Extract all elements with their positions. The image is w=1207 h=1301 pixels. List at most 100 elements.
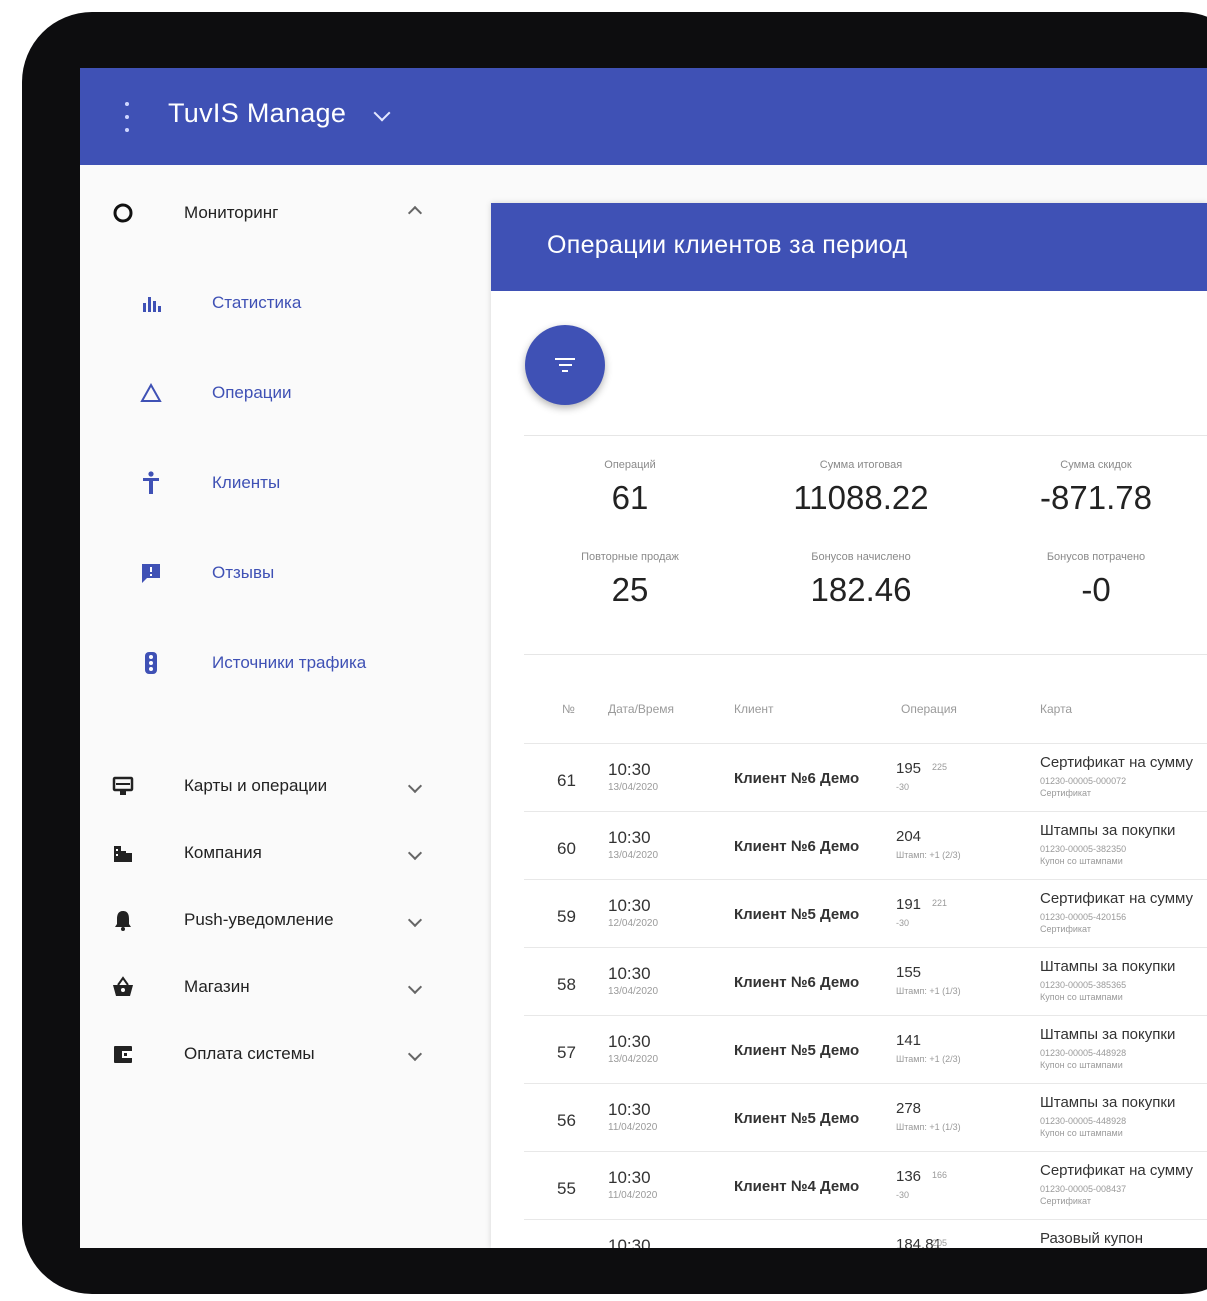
row-number: 58 [557,975,576,994]
sidebar-item-operations[interactable]: Операции [80,373,491,413]
row-card-number: 01230-00005-448928 [1040,1116,1127,1126]
row-client: Клиент №5 Демо [734,1110,860,1127]
row-operation-note: -30 [896,918,910,928]
row-time: 10:30 [608,1236,651,1248]
chevron-down-icon [407,1046,423,1062]
sidebar-item-statistics[interactable]: Статистика [80,283,491,323]
chevron-down-icon[interactable] [373,104,391,122]
sidebar-group-shop[interactable]: Магазин [80,967,491,1007]
sidebar-group-push[interactable]: Push-уведомление [80,900,491,940]
column-header-number[interactable]: № [562,702,575,716]
stat-label: Бонусов потрачено [1046,551,1146,563]
chevron-up-icon [407,205,423,221]
row-card-kind: Сертификат [1040,924,1091,934]
feedback-icon [138,560,164,586]
row-operation-value: 155 [896,964,922,981]
app-bar: TuvIS Manage [80,68,1207,165]
chevron-down-icon [407,778,423,794]
stat-label: Повторные продаж [581,551,679,563]
row-time: 10:30 [608,1032,651,1051]
filter-button[interactable] [525,325,605,405]
row-card-kind: Купон со штампами [1040,992,1123,1002]
row-number: 57 [557,1043,576,1062]
sidebar-group-payment[interactable]: Оплата системы [80,1034,491,1074]
column-header-operation[interactable]: Операция [901,702,957,716]
row-operation-value: 141 [896,1032,922,1049]
operations-card: Операции клиентов за период Операций 61 … [491,203,1207,1248]
row-client: Клиент №4 Демо [734,1246,859,1248]
table-row[interactable]: 61 10:30 13/04/2020 Клиент №6 Демо 195 225 -30… [524,743,1207,812]
row-time: 10:30 [608,964,651,983]
row-client: Клиент №4 Демо [734,1178,860,1195]
row-operation-note: Штамп: +1 (1/3) [896,986,961,996]
row-client: Клиент №5 Демо [734,1042,860,1059]
row-operation-value: 191 [896,896,922,913]
row-time: 10:30 [608,896,651,915]
column-header-client[interactable]: Клиент [734,702,774,716]
sidebar-item-traffic-sources[interactable]: Источники трафика [80,643,491,683]
sidebar-item-reviews[interactable]: Отзывы [80,553,491,593]
sidebar-item-label: Операции [212,383,292,402]
row-date: 11/04/2020 [608,1122,658,1133]
stat-value: -0 [1081,571,1111,608]
page-title: Операции клиентов за период [547,231,908,259]
stat-value: -871.78 [1040,479,1152,516]
sidebar-group-label: Мониторинг [184,203,279,222]
row-card-kind: Купон со штампами [1040,1060,1123,1070]
card-header: Операции клиентов за период [491,203,1207,291]
table-row[interactable]: 57 10:30 13/04/2020 Клиент №5 Демо 141 Штамп:… [524,1015,1207,1084]
row-operation-value: 278 [896,1100,922,1117]
column-header-datetime[interactable]: Дата/Время [608,702,674,716]
row-time: 10:30 [608,1100,651,1119]
row-operation-note: Штамп: +1 (1/3) [896,1122,961,1132]
row-card-number: 01230-00005-008437 [1040,1184,1127,1194]
row-date: 13/04/2020 [608,986,659,997]
row-number: 54 [557,1247,576,1248]
row-date: 12/04/2020 [608,918,659,929]
table-row[interactable]: 58 10:30 13/04/2020 Клиент №6 Демо 155 Штамп:… [524,947,1207,1016]
row-number: 59 [557,907,576,926]
column-header-card[interactable]: Карта [1040,702,1072,716]
row-operation-original: 225 [932,762,948,772]
row-date: 11/04/2020 [608,1190,658,1201]
row-date: 13/04/2020 [608,782,659,793]
table-row[interactable]: 56 10:30 11/04/2020 Клиент №5 Демо 278 Штамп:… [524,1083,1207,1152]
stat-bonus-accrued: Бонусов начислено 182.46 [756,551,966,609]
chevron-down-icon [407,845,423,861]
sidebar-item-clients[interactable]: Клиенты [80,463,491,503]
stat-value: 182.46 [810,571,912,608]
sidebar-group-label: Push-уведомление [184,910,334,929]
filter-icon [555,358,575,372]
table-row[interactable]: 5410:30Клиент №4 Демо184.81205Разовый ку… [524,1219,1207,1248]
more-vert-icon[interactable] [122,102,132,132]
row-card-type: Разовый купон [1040,1230,1144,1247]
row-card-kind: Сертификат [1040,1196,1091,1206]
row-card-kind: Сертификат [1040,788,1091,798]
stat-label: Операций [604,459,656,471]
stat-discount-sum: Сумма скидок -871.78 [991,459,1201,517]
row-card-type: Штампы за покупки [1040,1026,1176,1043]
table-row[interactable]: 59 10:30 12/04/2020 Клиент №5 Демо 191 221 -30… [524,879,1207,948]
stat-label: Сумма скидок [1060,459,1132,471]
company-icon [110,840,136,866]
traffic-light-icon [138,650,164,676]
row-client: Клиент №6 Демо [734,838,860,855]
row-operation-note: Штамп: +1 (2/3) [896,1054,961,1064]
app-screen: TuvIS Manage Мониторинг Статистика Опера… [80,68,1207,1248]
row-time: 10:30 [608,1168,651,1187]
row-card-type: Сертификат на сумму [1040,754,1194,771]
chevron-down-icon [407,912,423,928]
table-row[interactable]: 60 10:30 13/04/2020 Клиент №6 Демо 204 Штамп:… [524,811,1207,880]
sidebar-group-cards[interactable]: Карты и операции [80,766,491,806]
table-row[interactable]: 55 10:30 11/04/2020 Клиент №4 Демо 136 166 -30… [524,1151,1207,1220]
row-operation-original: 166 [932,1170,948,1180]
row-card-number: 01230-00005-382350 [1040,844,1127,854]
app-title[interactable]: TuvIS Manage [168,98,346,129]
stat-value: 25 [611,571,649,608]
row-operation-note: Штамп: +1 (2/3) [896,850,961,860]
sidebar-group-company[interactable]: Компания [80,833,491,873]
row-card-kind: Купон со штампами [1040,1128,1123,1138]
sidebar: Мониторинг Статистика Операции Клиенты О… [80,165,491,1248]
row-operation-value: 136 [896,1168,922,1185]
sidebar-group-monitoring[interactable]: Мониторинг [80,193,491,233]
